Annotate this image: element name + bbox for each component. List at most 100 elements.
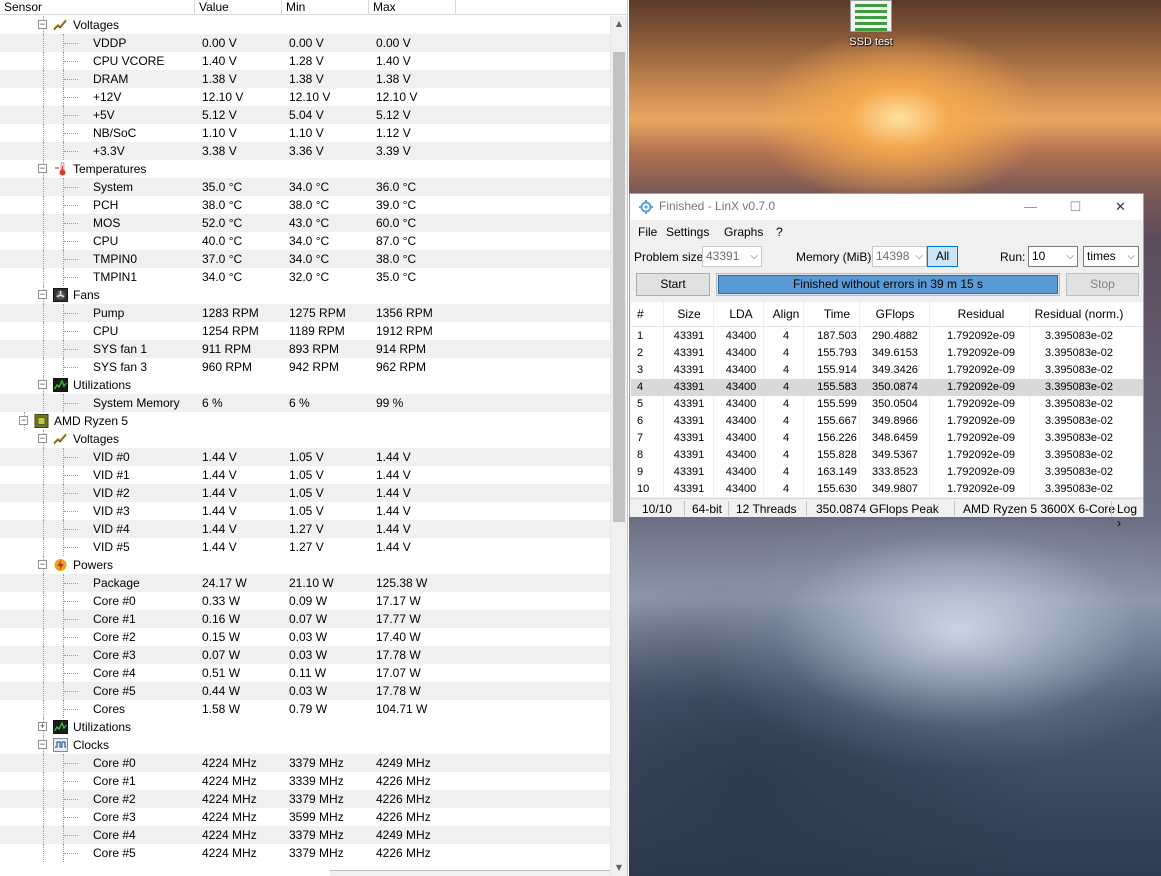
sensor-row[interactable]: NB/SoC 1.10 V 1.10 V 1.12 V: [0, 124, 610, 142]
sensor-row[interactable]: Cores 1.58 W 0.79 W 104.71 W: [0, 700, 610, 718]
sensor-row[interactable]: Core #4 0.51 W 0.11 W 17.07 W: [0, 664, 610, 682]
sensor-group-row[interactable]: − Utilizations: [0, 376, 610, 394]
sensor-group-row[interactable]: − Voltages: [0, 430, 610, 448]
sensor-row[interactable]: Core #4 4224 MHz 3379 MHz 4249 MHz: [0, 826, 610, 844]
collapse-icon[interactable]: −: [38, 164, 47, 173]
sensor-group-row[interactable]: − AMD Ryzen 5: [0, 412, 610, 430]
desktop-shortcut-ssd-test[interactable]: SSD test: [847, 0, 895, 52]
sensor-row[interactable]: Core #5 4224 MHz 3379 MHz 4226 MHz: [0, 844, 610, 862]
menu-help[interactable]: ?: [776, 225, 783, 239]
sensor-row[interactable]: VID #5 1.44 V 1.27 V 1.44 V: [0, 538, 610, 556]
sensor-row[interactable]: TMPIN0 37.0 °C 34.0 °C 38.0 °C: [0, 250, 610, 268]
table-row[interactable]: 1 43391 43400 4 187.503 290.4882 1.792092e-09 3…: [631, 328, 1143, 345]
sensor-tree-scrollbar[interactable]: ▲ ▼: [610, 16, 627, 876]
run-unit-combo[interactable]: times ⌵: [1083, 246, 1139, 267]
maximize-button[interactable]: ☐: [1053, 196, 1098, 218]
sensor-row[interactable]: SYS fan 1 911 RPM 893 RPM 914 RPM: [0, 340, 610, 358]
sensor-row[interactable]: Core #2 4224 MHz 3379 MHz 4226 MHz: [0, 790, 610, 808]
menu-settings[interactable]: Settings: [666, 225, 709, 239]
sensor-row[interactable]: CPU 1254 RPM 1189 RPM 1912 RPM: [0, 322, 610, 340]
sensor-row[interactable]: CPU 40.0 °C 34.0 °C 87.0 °C: [0, 232, 610, 250]
column-header-max[interactable]: Max: [369, 0, 456, 15]
menu-file[interactable]: File: [638, 225, 657, 239]
linx-title-bar[interactable]: Finished - LinX v0.7.0 — ☐ ✕: [630, 194, 1143, 220]
minimize-button[interactable]: —: [1008, 196, 1053, 218]
table-row[interactable]: 2 43391 43400 4 155.793 349.6153 1.792092e-09 3…: [631, 345, 1143, 362]
sensor-row[interactable]: VID #1 1.44 V 1.05 V 1.44 V: [0, 466, 610, 484]
collapse-icon[interactable]: −: [38, 380, 47, 389]
table-row[interactable]: 8 43391 43400 4 155.828 349.5367 1.792092e-09 3…: [631, 447, 1143, 464]
close-button[interactable]: ✕: [1098, 196, 1143, 218]
scroll-up-arrow-icon[interactable]: ▲: [611, 16, 627, 32]
table-row[interactable]: 4 43391 43400 4 155.583 350.0874 1.792092e-09 3…: [631, 379, 1143, 396]
table-row[interactable]: 5 43391 43400 4 155.599 350.0504 1.792092e-09 3…: [631, 396, 1143, 413]
sensor-row[interactable]: TMPIN1 34.0 °C 32.0 °C 35.0 °C: [0, 268, 610, 286]
menu-graphs[interactable]: Graphs: [724, 225, 763, 239]
sensor-row[interactable]: VDDP 0.00 V 0.00 V 0.00 V: [0, 34, 610, 52]
scroll-down-arrow-icon[interactable]: ▼: [611, 860, 627, 876]
column-header[interactable]: GFlops: [865, 307, 925, 321]
collapse-icon[interactable]: −: [38, 290, 47, 299]
sensor-row[interactable]: System 35.0 °C 34.0 °C 36.0 °C: [0, 178, 610, 196]
sensor-group-row[interactable]: − Clocks: [0, 736, 610, 754]
sensor-row[interactable]: Core #0 0.33 W 0.09 W 17.17 W: [0, 592, 610, 610]
sensor-row[interactable]: System Memory 6 % 6 % 99 %: [0, 394, 610, 412]
sensor-row[interactable]: Pump 1283 RPM 1275 RPM 1356 RPM: [0, 304, 610, 322]
sensor-group-row[interactable]: + Utilizations: [0, 718, 610, 736]
column-header[interactable]: Size: [669, 307, 709, 321]
column-header-min[interactable]: Min: [282, 0, 369, 15]
sensor-row[interactable]: SYS fan 3 960 RPM 942 RPM 962 RPM: [0, 358, 610, 376]
collapse-icon[interactable]: −: [38, 560, 47, 569]
column-header[interactable]: Residual: [941, 307, 1021, 321]
collapse-icon[interactable]: −: [19, 416, 28, 425]
scrollbar-thumb[interactable]: [613, 52, 625, 522]
sensor-row[interactable]: MOS 52.0 °C 43.0 °C 60.0 °C: [0, 214, 610, 232]
run-count-combo[interactable]: 10 ⌵: [1028, 246, 1078, 267]
start-button[interactable]: Start: [636, 273, 710, 296]
sensor-row[interactable]: Core #2 0.15 W 0.03 W 17.40 W: [0, 628, 610, 646]
column-header[interactable]: Align: [771, 307, 801, 321]
sensor-row[interactable]: VID #0 1.44 V 1.05 V 1.44 V: [0, 448, 610, 466]
voltage-icon: [53, 432, 68, 446]
stop-button[interactable]: Stop: [1066, 273, 1139, 296]
sensor-row[interactable]: Core #0 4224 MHz 3379 MHz 4249 MHz: [0, 754, 610, 772]
sensor-row[interactable]: Core #1 0.16 W 0.07 W 17.77 W: [0, 610, 610, 628]
sensor-row[interactable]: VID #3 1.44 V 1.05 V 1.44 V: [0, 502, 610, 520]
problem-size-combo[interactable]: 43391 ⌵: [702, 246, 762, 267]
memory-combo[interactable]: 14398 ⌵: [872, 246, 927, 267]
collapse-icon[interactable]: −: [38, 740, 47, 749]
collapse-icon[interactable]: −: [38, 434, 47, 443]
sensor-group-row[interactable]: − Powers: [0, 556, 610, 574]
sensor-row[interactable]: Core #3 4224 MHz 3599 MHz 4226 MHz: [0, 808, 610, 826]
sensor-group-row[interactable]: − Temperatures: [0, 160, 610, 178]
sensor-row[interactable]: Core #1 4224 MHz 3339 MHz 4226 MHz: [0, 772, 610, 790]
sensor-row[interactable]: CPU VCORE 1.40 V 1.28 V 1.40 V: [0, 52, 610, 70]
table-row[interactable]: 7 43391 43400 4 156.226 348.6459 1.792092e-09 3…: [631, 430, 1143, 447]
collapse-icon[interactable]: −: [38, 20, 47, 29]
sensor-row[interactable]: +12V 12.10 V 12.10 V 12.10 V: [0, 88, 610, 106]
column-header[interactable]: #: [637, 307, 657, 321]
table-row[interactable]: 9 43391 43400 4 163.149 333.8523 1.792092e-09 3…: [631, 464, 1143, 481]
sensor-row[interactable]: Package 24.17 W 21.10 W 125.38 W: [0, 574, 610, 592]
sensor-group-row[interactable]: − Voltages: [0, 16, 610, 34]
table-row[interactable]: 3 43391 43400 4 155.914 349.3426 1.792092e-09 3…: [631, 362, 1143, 379]
sensor-row[interactable]: +5V 5.12 V 5.04 V 5.12 V: [0, 106, 610, 124]
sensor-row[interactable]: Core #5 0.44 W 0.03 W 17.78 W: [0, 682, 610, 700]
sensor-row[interactable]: VID #4 1.44 V 1.27 V 1.44 V: [0, 520, 610, 538]
column-header[interactable]: Time: [813, 307, 861, 321]
sensor-row[interactable]: DRAM 1.38 V 1.38 V 1.38 V: [0, 70, 610, 88]
sensor-group-row[interactable]: − Fans: [0, 286, 610, 304]
expand-icon[interactable]: +: [38, 722, 47, 731]
table-row[interactable]: 10 43391 43400 4 155.630 349.9807 1.792092e-09…: [631, 481, 1143, 498]
column-header[interactable]: Residual (norm.): [1029, 307, 1129, 321]
all-memory-button[interactable]: All: [927, 246, 958, 267]
sensor-row[interactable]: Core #3 0.07 W 0.03 W 17.78 W: [0, 646, 610, 664]
table-row[interactable]: 6 43391 43400 4 155.667 349.8966 1.792092e-09 3…: [631, 413, 1143, 430]
sensor-row[interactable]: VID #2 1.44 V 1.05 V 1.44 V: [0, 484, 610, 502]
sensor-row[interactable]: PCH 38.0 °C 38.0 °C 39.0 °C: [0, 196, 610, 214]
column-header-sensor[interactable]: Sensor: [0, 0, 195, 15]
log-button[interactable]: Log ›: [1117, 502, 1143, 530]
sensor-row[interactable]: +3.3V 3.38 V 3.36 V 3.39 V: [0, 142, 610, 160]
column-header[interactable]: LDA: [721, 307, 761, 321]
column-header-value[interactable]: Value: [195, 0, 282, 15]
